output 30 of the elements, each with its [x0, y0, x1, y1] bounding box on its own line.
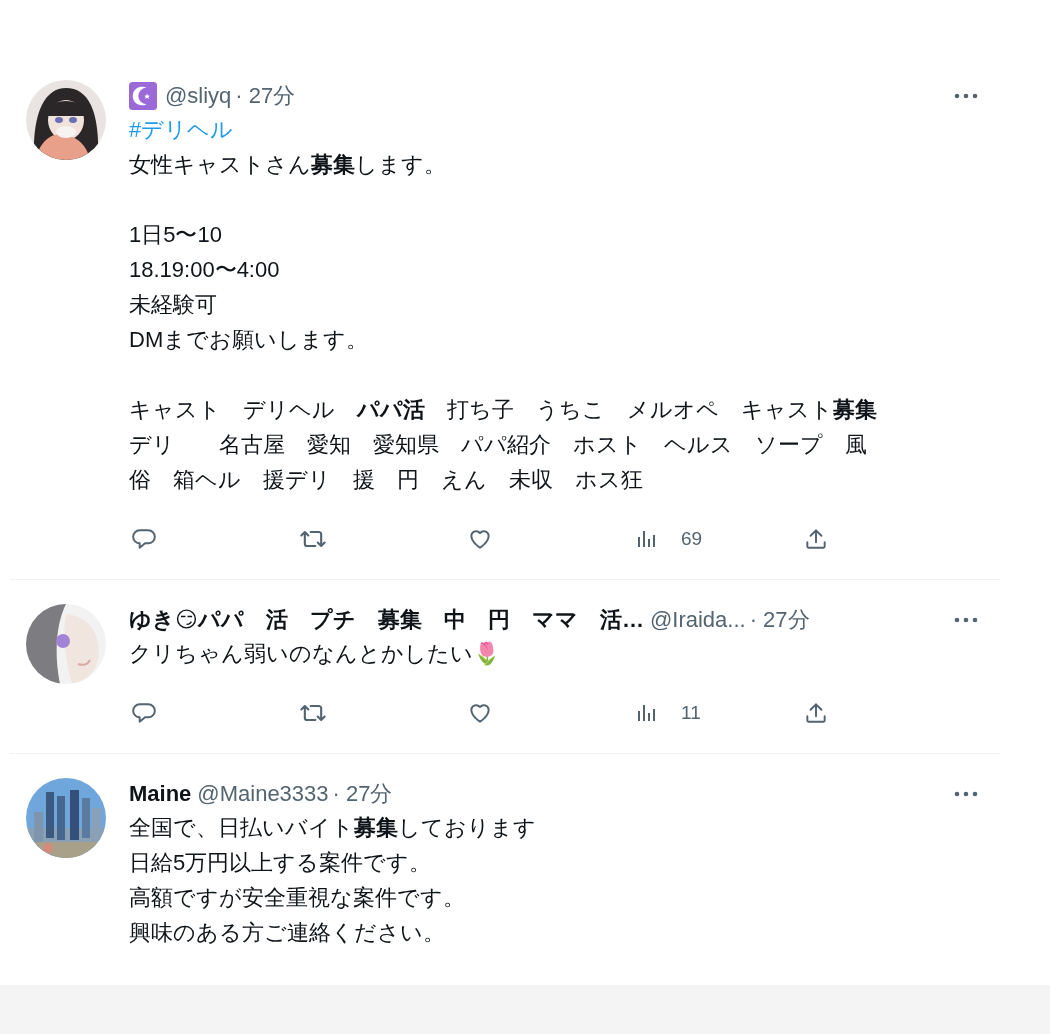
post-text: 高額ですが安全重視な案件です。	[129, 885, 465, 910]
display-name[interactable]: ゆき😏パパ 活 プチ 募集 中 円 ママ 活…	[129, 605, 644, 635]
post-text: DMまでお願いします。	[129, 327, 369, 352]
display-name[interactable]: Maine	[129, 781, 192, 807]
more-icon[interactable]	[954, 616, 978, 624]
post-text: 女性キャストさん募集します。	[129, 152, 446, 177]
user-handle[interactable]: @Iraida...	[649, 607, 746, 633]
post-text: クリちゃん弱いのなんとかしたい🌷	[129, 641, 500, 666]
post-time[interactable]: · 27分	[749, 605, 810, 635]
post-time[interactable]: · 27分	[332, 779, 393, 809]
view-count: 69	[681, 528, 703, 550]
post-text: 未経験可	[129, 292, 217, 317]
post-text: 全国で、日払いバイト募集しております	[129, 815, 536, 840]
post-text: 俗 箱ヘル 援デリ 援 円 えん 未収 ホス狂	[129, 467, 643, 492]
more-icon[interactable]	[954, 790, 978, 798]
reply-icon[interactable]	[131, 700, 157, 726]
post-text: 興味のある方ご連絡ください。	[129, 920, 445, 945]
post-text: 18.19:00〜4:00	[129, 257, 280, 282]
user-handle[interactable]: @Maine3333	[197, 781, 329, 807]
post-text: 日給5万円以上する案件です。	[129, 850, 432, 875]
more-icon[interactable]	[954, 92, 978, 100]
share-icon[interactable]	[803, 526, 829, 552]
post-text: キャスト デリヘル パパ活 打ち子 うちこ メルオペ キャスト募集	[129, 397, 877, 422]
view-count: 11	[681, 702, 701, 724]
post-time[interactable]: · 27分	[235, 81, 296, 111]
user-handle[interactable]: @sliyq	[165, 83, 232, 109]
post-text: デリ 名古屋 愛知 愛知県 パパ紹介 ホスト ヘルス ソープ 風	[129, 432, 867, 457]
reply-icon[interactable]	[131, 526, 157, 552]
share-icon[interactable]	[803, 700, 829, 726]
post-text: 1日5〜10	[129, 222, 222, 247]
